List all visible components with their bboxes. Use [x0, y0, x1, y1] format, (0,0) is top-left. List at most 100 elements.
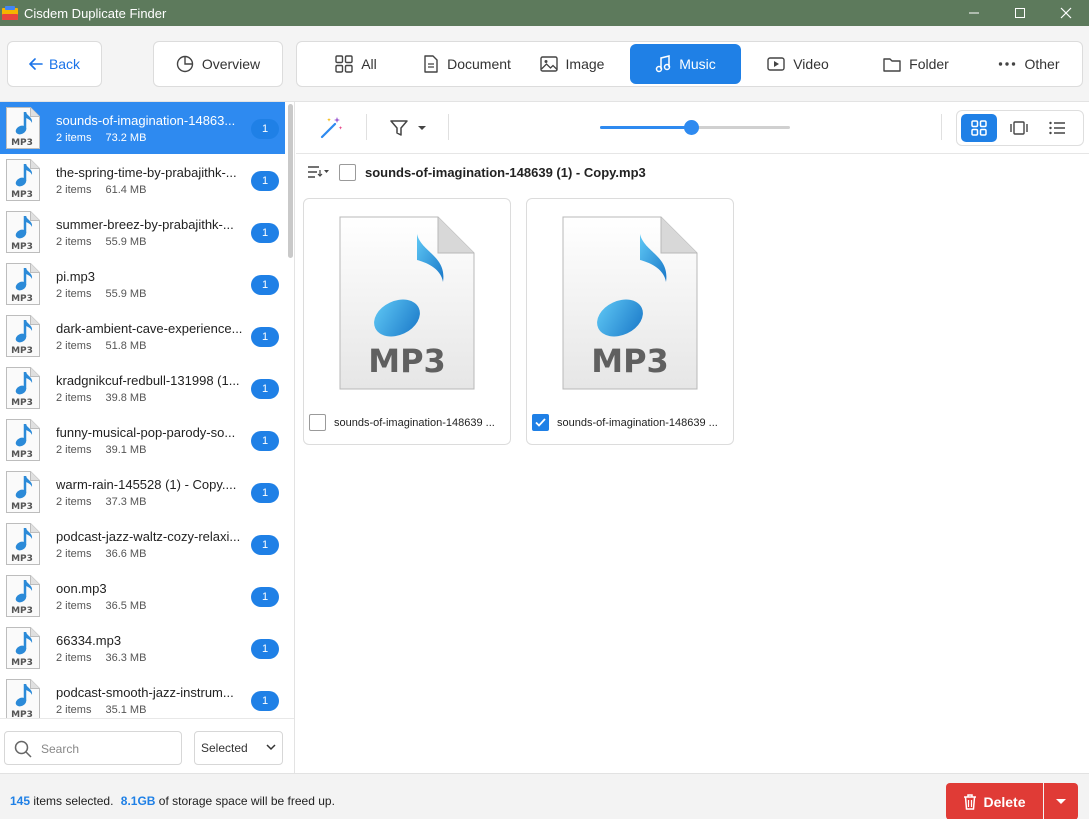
list-item[interactable]: MP3 oon.mp3 2 items 36.5 MB 1 [0, 570, 285, 622]
mp3-thumb-text: MP3 [11, 398, 33, 408]
tab-video[interactable]: Video [757, 44, 839, 84]
group-item-count: 2 items [56, 548, 92, 560]
mp3-thumbnail-icon: MP3 [6, 315, 40, 357]
group-item-count: 2 items [56, 496, 92, 508]
selection-summary: 145 items selected. 8.1GB of storage spa… [10, 794, 335, 808]
group-name: funny-musical-pop-parody-so... [56, 425, 236, 440]
list-item[interactable]: MP3 pi.mp3 2 items 55.9 MB 1 [0, 258, 285, 310]
group-size: 36.5 MB [105, 600, 147, 612]
delete-label: Delete [983, 793, 1026, 810]
caret-down-icon [418, 126, 426, 130]
back-label: Back [48, 56, 81, 72]
selection-filter-dropdown[interactable]: Selected [194, 731, 283, 765]
selected-count-badge: 1 [251, 431, 279, 451]
mp3-thumb-text: MP3 [11, 710, 33, 718]
tab-all-label: All [361, 56, 377, 72]
delete-button[interactable]: Delete [946, 783, 1043, 819]
list-item[interactable]: MP3 podcast-smooth-jazz-instrum... 2 items… [0, 674, 285, 718]
mp3-thumbnail-icon: MP3 [6, 107, 40, 149]
tab-other[interactable]: Other [991, 44, 1067, 84]
filter-dropdown[interactable] [390, 119, 426, 137]
pie-chart-icon [176, 55, 194, 73]
grid-view-button[interactable] [961, 114, 997, 142]
group-select-all-checkbox[interactable] [339, 164, 356, 181]
mp3-thumb-text: MP3 [11, 242, 33, 252]
main-toolbar [296, 102, 1089, 154]
group-title: sounds-of-imagination-148639 (1) - Copy.… [365, 165, 646, 180]
group-size: 36.6 MB [105, 548, 147, 560]
tab-music[interactable]: Music [630, 44, 741, 84]
mp3-icon-text: MP3 [368, 342, 446, 380]
list-item[interactable]: MP3 dark-ambient-cave-experience... 2 item… [0, 310, 285, 362]
storage-size: 8.1GB [120, 794, 156, 808]
group-name: the-spring-time-by-prabajithk-... [56, 165, 237, 180]
selected-count-badge: 1 [251, 691, 279, 711]
arrow-left-icon [29, 58, 43, 70]
list-item[interactable]: MP3 summer-breez-by-prabajithk-... 2 items… [0, 206, 285, 258]
close-icon[interactable] [1043, 0, 1089, 26]
mp3-file-icon: MP3 [339, 216, 475, 390]
mp3-thumbnail-icon: MP3 [6, 575, 40, 617]
carousel-view-icon [1010, 121, 1028, 135]
group-size: 36.3 MB [105, 652, 147, 664]
list-item[interactable]: MP3 the-spring-time-by-prabajithk-... 2 it… [0, 154, 285, 206]
tab-all[interactable]: All [317, 44, 395, 84]
trash-icon [964, 793, 977, 810]
group-meta: 2 items 55.9 MB [56, 236, 146, 248]
group-size: 73.2 MB [105, 132, 147, 144]
list-item[interactable]: MP3 funny-musical-pop-parody-so... 2 items… [0, 414, 285, 466]
folder-icon [883, 58, 901, 72]
file-card[interactable]: MP3 sounds-of-imagination-148639 ... [303, 198, 511, 445]
file-checkbox[interactable] [309, 414, 326, 431]
group-size: 61.4 MB [105, 184, 147, 196]
group-name: warm-rain-145528 (1) - Copy.... [56, 477, 237, 492]
thumbnail-size-slider-handle[interactable] [684, 120, 700, 135]
group-meta: 2 items 36.3 MB [56, 652, 146, 664]
search-input[interactable] [41, 739, 177, 759]
back-button[interactable]: Back [7, 41, 102, 87]
more-icon [999, 62, 1016, 66]
sort-options-icon[interactable] [307, 165, 329, 182]
list-view-button[interactable] [1039, 114, 1075, 142]
group-meta: 2 items 39.1 MB [56, 444, 146, 456]
group-item-count: 2 items [56, 444, 92, 456]
list-item[interactable]: MP3 sounds-of-imagination-14863... 2 items… [0, 102, 285, 154]
duplicate-group-sidebar: MP3 sounds-of-imagination-14863... 2 items… [0, 102, 295, 773]
chevron-down-icon [266, 744, 276, 751]
group-size: 35.1 MB [105, 704, 147, 716]
auto-select-wand-icon[interactable] [318, 115, 344, 144]
group-meta: 2 items 73.2 MB [56, 132, 146, 144]
image-icon [539, 56, 558, 72]
mp3-thumbnail-icon: MP3 [6, 627, 40, 669]
group-name: podcast-smooth-jazz-instrum... [56, 685, 234, 700]
video-icon [767, 57, 785, 71]
selected-count-badge: 1 [251, 379, 279, 399]
duplicate-group-list: MP3 sounds-of-imagination-14863... 2 items… [0, 102, 287, 718]
sidebar-scrollbar[interactable] [288, 104, 293, 258]
title-bar: Cisdem Duplicate Finder [0, 0, 1089, 26]
list-item[interactable]: MP3 66334.mp3 2 items 36.3 MB 1 [0, 622, 285, 674]
group-name: summer-breez-by-prabajithk-... [56, 217, 234, 232]
overview-button[interactable]: Overview [153, 41, 283, 87]
mp3-thumbnail-icon: MP3 [6, 159, 40, 201]
tab-document[interactable]: Document [405, 44, 529, 84]
mp3-thumbnail-icon: MP3 [6, 211, 40, 253]
group-item-count: 2 items [56, 652, 92, 664]
delete-options-dropdown[interactable] [1044, 783, 1078, 819]
selected-text: items selected. [33, 794, 114, 808]
group-name: oon.mp3 [56, 581, 107, 596]
list-item[interactable]: MP3 kradgnikcuf-redbull-131998 (1... 2 ite… [0, 362, 285, 414]
maximize-icon[interactable] [997, 0, 1043, 26]
carousel-view-button[interactable] [1001, 114, 1037, 142]
list-item[interactable]: MP3 podcast-jazz-waltz-cozy-relaxi... 2 it… [0, 518, 285, 570]
file-card[interactable]: MP3 sounds-of-imagination-148639 ... [526, 198, 734, 445]
group-item-count: 2 items [56, 392, 92, 404]
group-item-count: 2 items [56, 600, 92, 612]
file-checkbox-checked[interactable] [532, 414, 549, 431]
tab-folder[interactable]: Folder [875, 44, 957, 84]
group-meta: 2 items 35.1 MB [56, 704, 146, 716]
tab-image[interactable]: Image [537, 44, 607, 84]
minimize-icon[interactable] [951, 0, 997, 26]
list-item[interactable]: MP3 warm-rain-145528 (1) - Copy.... 2 item… [0, 466, 285, 518]
mp3-thumb-text: MP3 [11, 138, 33, 148]
